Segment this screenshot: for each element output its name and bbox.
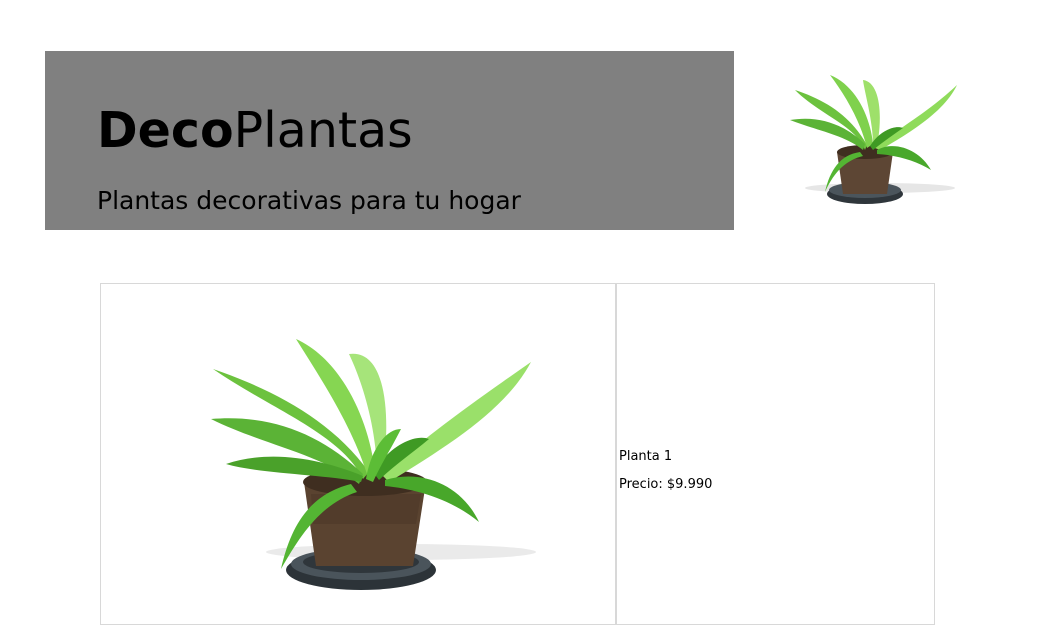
product-price: Precio: $9.990 xyxy=(619,477,713,492)
site-title-regular: Plantas xyxy=(233,102,413,159)
header-banner: DecoPlantas Plantas decorativas para tu … xyxy=(45,51,734,230)
site-tagline: Plantas decorativas para tu hogar xyxy=(97,186,521,215)
product-info-cell: Planta 1 Precio: $9.990 xyxy=(616,283,935,625)
site-title-bold: Deco xyxy=(97,102,234,159)
product-image-cell xyxy=(100,283,616,625)
plant-logo-image xyxy=(790,75,957,204)
site-title: DecoPlantas xyxy=(97,103,413,159)
product-image[interactable] xyxy=(201,334,541,604)
product-table: Planta 1 Precio: $9.990 xyxy=(100,283,935,625)
product-name: Planta 1 xyxy=(619,449,673,464)
